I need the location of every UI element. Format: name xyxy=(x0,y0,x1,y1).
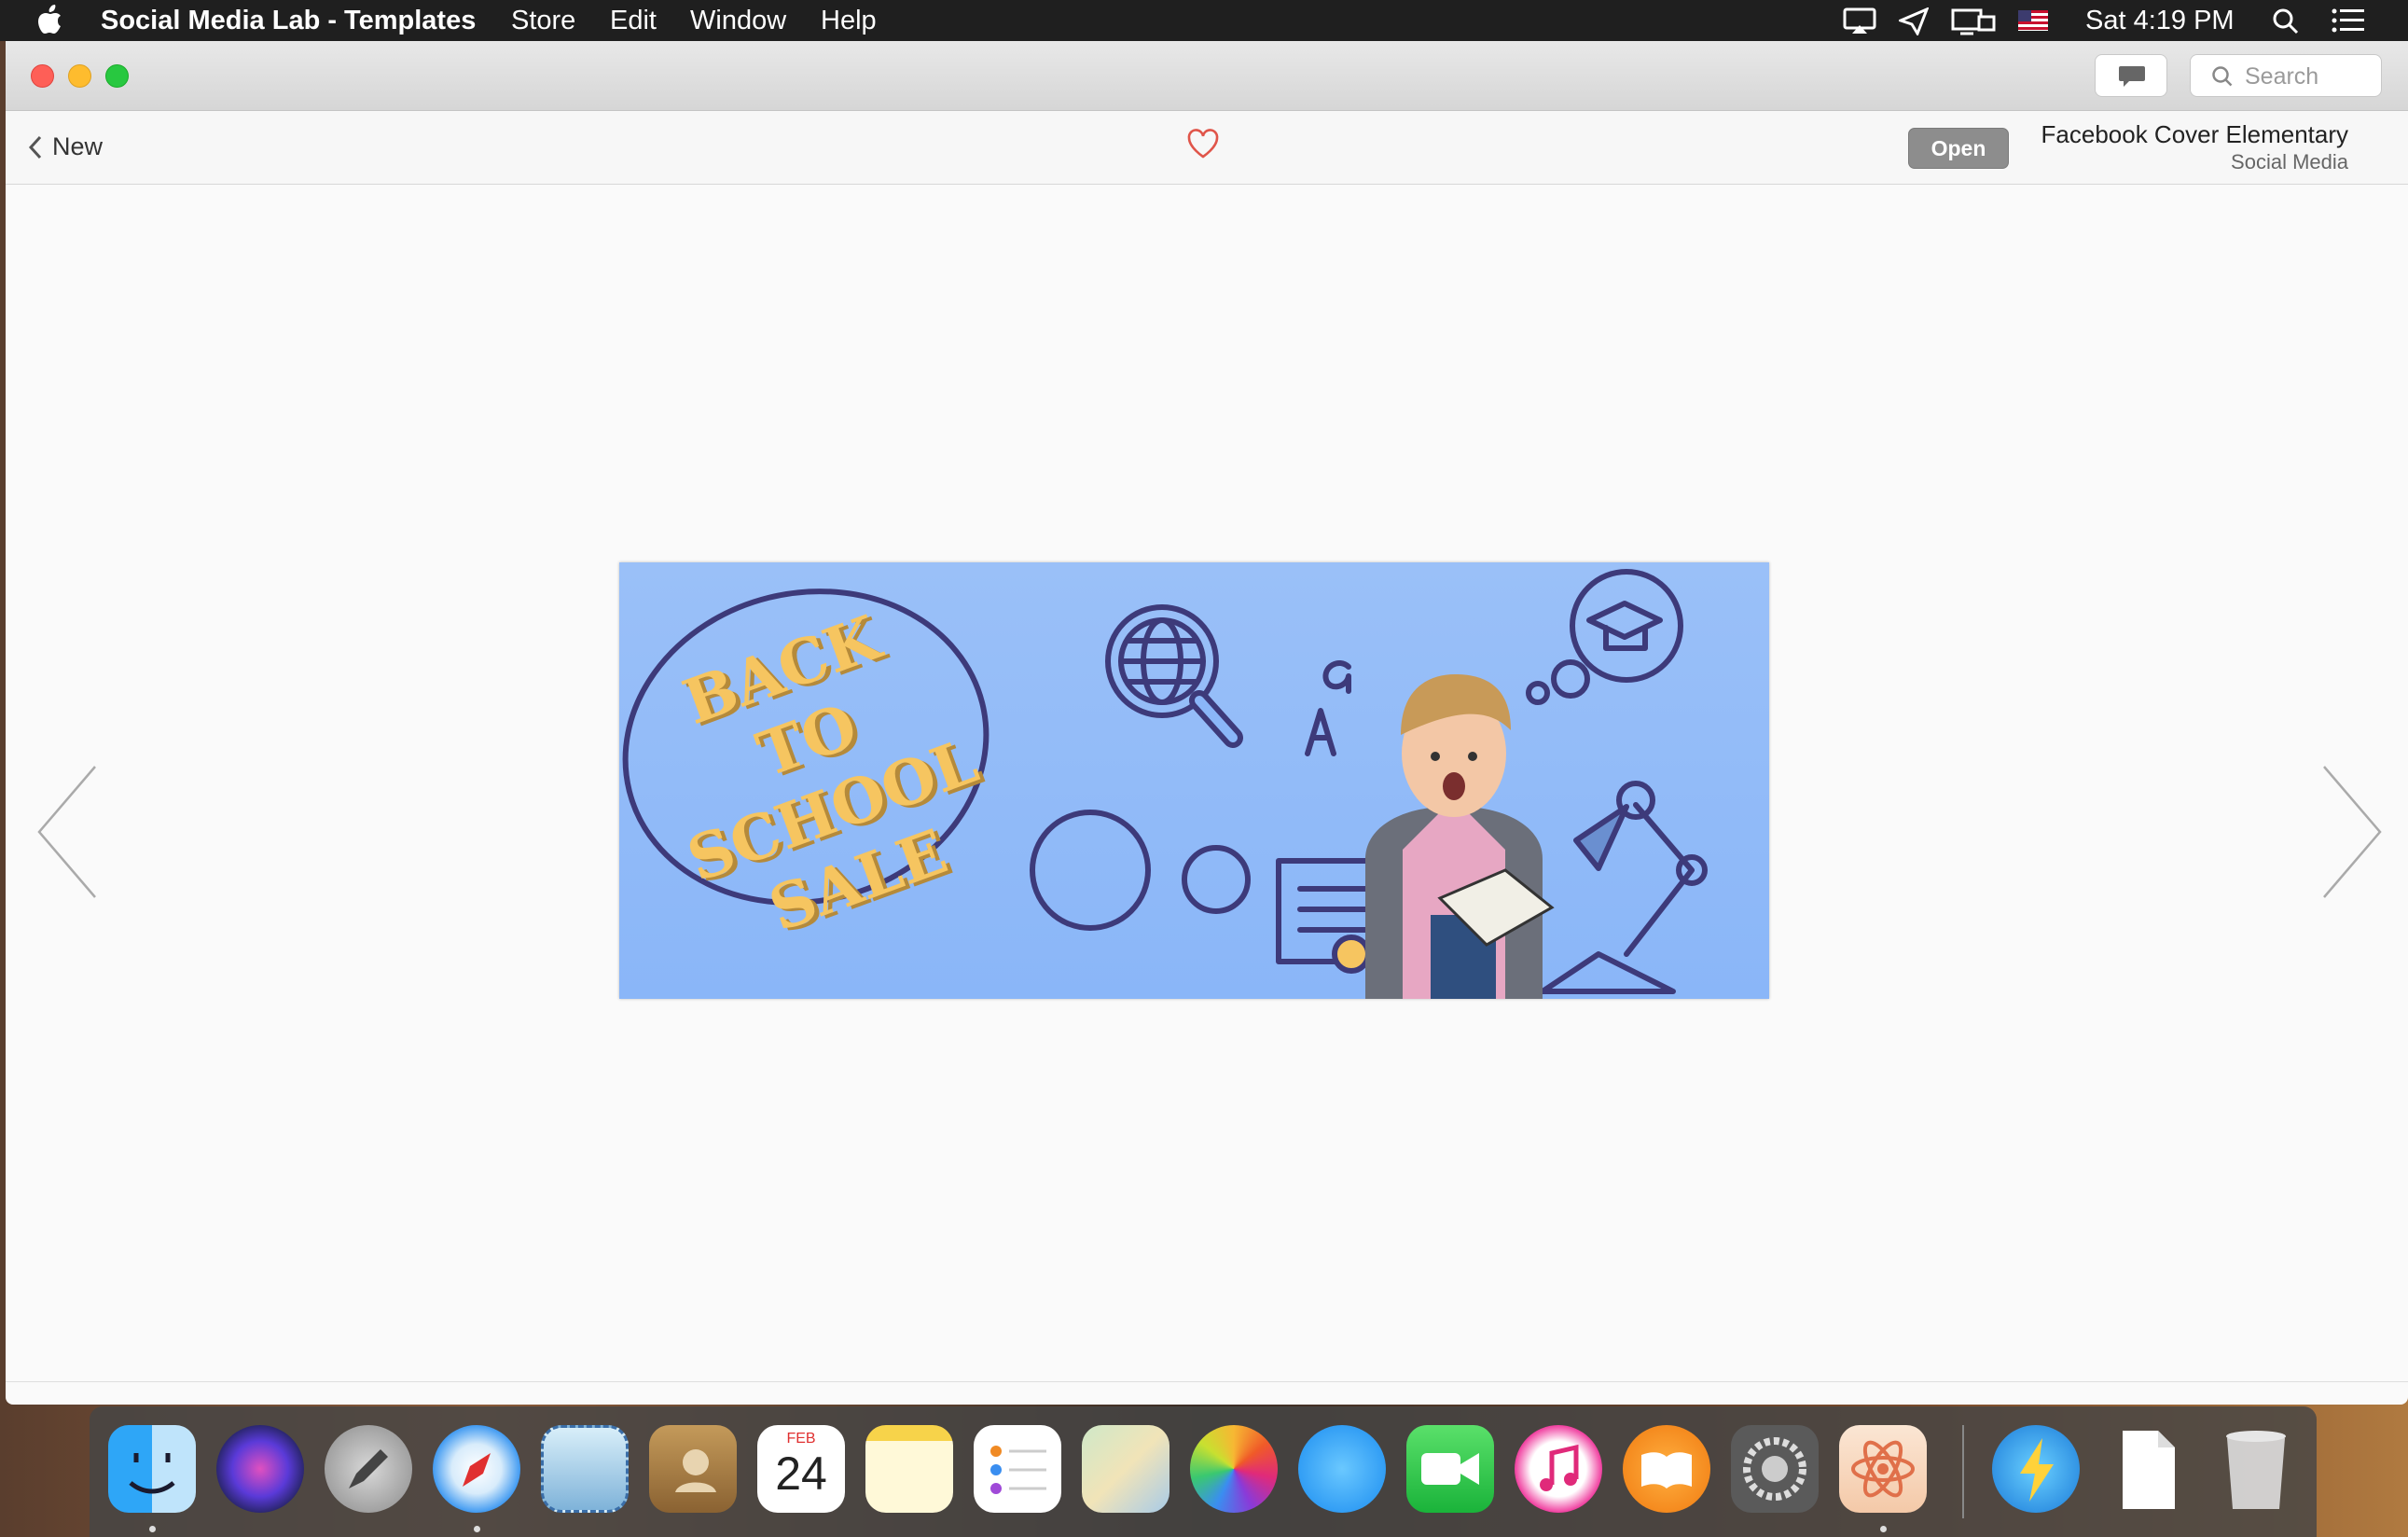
display-mirroring-icon[interactable] xyxy=(1951,7,1996,35)
next-template-arrow-icon[interactable] xyxy=(2318,763,2384,903)
search-placeholder: Search xyxy=(2245,63,2319,90)
siri-icon[interactable] xyxy=(216,1425,304,1513)
notification-center-icon[interactable] xyxy=(2332,7,2365,34)
spotlight-search-icon[interactable] xyxy=(2272,7,2300,35)
document-icon[interactable] xyxy=(2104,1425,2192,1513)
maps-icon[interactable] xyxy=(1082,1425,1169,1513)
preview-area: BACK TO SCHOOL SALE xyxy=(6,185,2408,1382)
template-toolbar: New Open Facebook Cover Elementary Socia… xyxy=(6,111,2408,185)
template-category: Social Media xyxy=(2231,150,2348,173)
favorite-heart-icon[interactable] xyxy=(1186,128,1220,159)
dock: FEB 24 xyxy=(90,1406,2317,1537)
finder-running-dot xyxy=(149,1526,156,1532)
speech-bubble-icon xyxy=(2119,66,2145,87)
system-preferences-icon[interactable] xyxy=(1731,1425,1819,1513)
trash-icon[interactable] xyxy=(2212,1425,2300,1513)
transmit-icon[interactable] xyxy=(1992,1425,2080,1513)
zoom-window-button[interactable] xyxy=(105,64,129,88)
search-icon xyxy=(2212,66,2233,87)
menu-help[interactable]: Help xyxy=(821,5,877,36)
launchpad-icon[interactable] xyxy=(325,1425,412,1513)
mail-icon[interactable] xyxy=(541,1425,629,1513)
messages-icon[interactable] xyxy=(1298,1425,1386,1513)
menu-edit[interactable]: Edit xyxy=(610,5,657,36)
menu-store[interactable]: Store xyxy=(511,5,575,36)
ibooks-icon[interactable] xyxy=(1623,1425,1710,1513)
photos-icon[interactable] xyxy=(1190,1425,1278,1513)
notes-icon[interactable] xyxy=(865,1425,953,1513)
template-title: Facebook Cover Elementary xyxy=(2041,120,2348,148)
safari-icon[interactable] xyxy=(433,1425,520,1513)
chevron-left-icon xyxy=(28,135,42,159)
safari-running-dot xyxy=(474,1526,480,1532)
menu-bar: Social Media Lab - Templates Store Edit … xyxy=(0,0,2408,41)
app-window: Search New Open Facebook Cover Elementar… xyxy=(6,41,2408,1405)
previous-template-arrow-icon[interactable] xyxy=(35,763,101,903)
reminders-icon[interactable] xyxy=(974,1425,1061,1513)
contacts-icon[interactable] xyxy=(649,1425,737,1513)
social-media-lab-icon[interactable] xyxy=(1839,1425,1927,1513)
title-bar: Search xyxy=(6,41,2408,111)
calendar-day: 24 xyxy=(775,1447,827,1500)
dock-separator xyxy=(1962,1425,1964,1518)
close-window-button[interactable] xyxy=(31,64,54,88)
menu-window[interactable]: Window xyxy=(690,5,786,36)
menubar-clock[interactable]: Sat 4:19 PM xyxy=(2085,5,2235,36)
calendar-icon[interactable]: FEB 24 xyxy=(757,1425,845,1513)
feedback-button[interactable] xyxy=(2095,54,2167,97)
apple-logo-icon[interactable] xyxy=(37,4,63,35)
facetime-icon[interactable] xyxy=(1406,1425,1494,1513)
app-menu[interactable]: Social Media Lab - Templates xyxy=(101,5,476,36)
itunes-icon[interactable] xyxy=(1515,1425,1602,1513)
open-template-button[interactable]: Open xyxy=(1908,128,2009,169)
us-flag-icon[interactable] xyxy=(2018,10,2048,31)
back-button-label: New xyxy=(52,132,104,160)
airplay-display-icon[interactable] xyxy=(1843,7,1876,35)
template-preview-image: BACK TO SCHOOL SALE xyxy=(619,562,1769,999)
child-figure xyxy=(1365,674,1555,999)
minimize-window-button[interactable] xyxy=(68,64,91,88)
social-media-lab-running-dot xyxy=(1880,1526,1887,1532)
search-input[interactable]: Search xyxy=(2190,54,2382,97)
finder-icon[interactable] xyxy=(108,1425,196,1513)
paper-plane-icon[interactable] xyxy=(1899,7,1929,35)
calendar-month: FEB xyxy=(786,1431,816,1447)
